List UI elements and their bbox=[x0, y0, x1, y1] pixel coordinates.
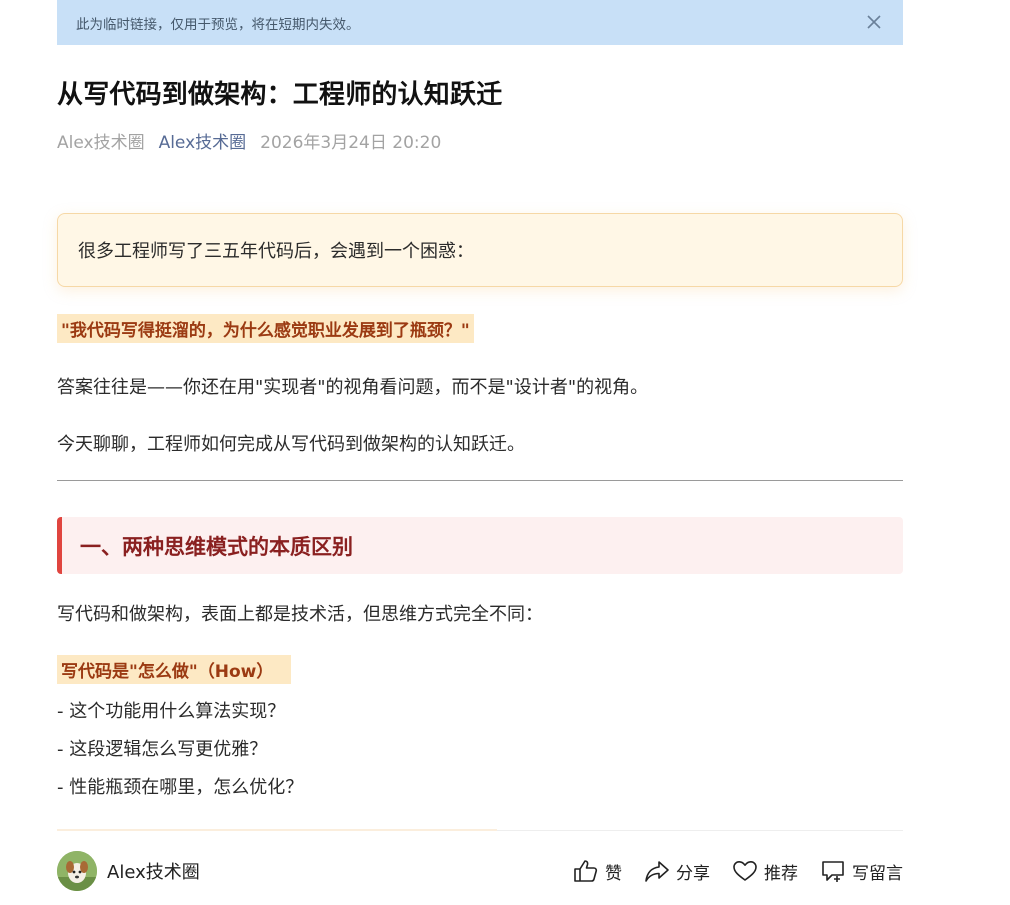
action-group: 赞 分享 推荐 写留言 bbox=[573, 859, 903, 884]
paragraph: 答案往往是——你还在用"实现者"的视角看问题，而不是"设计者"的视角。 bbox=[57, 377, 649, 398]
share-label: 分享 bbox=[676, 863, 710, 884]
footer-divider bbox=[497, 830, 903, 831]
heart-icon bbox=[733, 861, 757, 881]
publish-date: 2026年3月24日 20:20 bbox=[260, 133, 442, 153]
dog-avatar-icon bbox=[57, 851, 97, 891]
thumbs-up-icon bbox=[574, 860, 598, 882]
recommend-button[interactable]: 推荐 bbox=[732, 859, 798, 884]
share-icon bbox=[645, 861, 669, 882]
recommend-label: 推荐 bbox=[764, 863, 798, 884]
bottom-toolbar: Alex技术圈 赞 分享 推荐 写留言 bbox=[57, 850, 903, 892]
close-icon[interactable] bbox=[865, 13, 883, 31]
article-meta: Alex技术圈 Alex技术圈 2026年3月24日 20:20 bbox=[57, 128, 441, 153]
subheading-text: 写代码是"怎么做"（How） bbox=[61, 662, 274, 682]
section-heading: 一、两种思维模式的本质区别 bbox=[57, 517, 903, 574]
like-button[interactable]: 赞 bbox=[573, 859, 622, 884]
quote-highlight: "我代码写得挺溜的，为什么感觉职业发展到了瓶颈？" bbox=[57, 314, 474, 343]
subheading-highlight: 写代码是"怎么做"（How） bbox=[57, 655, 292, 684]
comment-button[interactable]: 写留言 bbox=[820, 859, 903, 884]
footer-account-name: Alex技术圈 bbox=[107, 862, 200, 883]
divider bbox=[57, 480, 903, 481]
preview-banner: 此为临时链接，仅用于预览，将在短期内失效。 bbox=[57, 0, 903, 45]
paragraph: 今天聊聊，工程师如何完成从写代码到做架构的认知跃迁。 bbox=[57, 434, 525, 455]
intro-callout: 很多工程师写了三五年代码后，会遇到一个困惑： bbox=[57, 213, 903, 287]
like-label: 赞 bbox=[605, 863, 622, 884]
account-info[interactable]: Alex技术圈 bbox=[57, 851, 200, 891]
account-link[interactable]: Alex技术圈 bbox=[159, 128, 247, 153]
list-item: - 这个功能用什么算法实现？ bbox=[57, 701, 286, 722]
comment-label: 写留言 bbox=[852, 863, 903, 884]
article-title: 从写代码到做架构：工程师的认知跃迁 bbox=[57, 80, 503, 110]
section-heading-text: 一、两种思维模式的本质区别 bbox=[80, 534, 353, 559]
comment-icon bbox=[822, 861, 844, 882]
banner-text: 此为临时链接，仅用于预览，将在短期内失效。 bbox=[76, 16, 360, 33]
intro-text: 很多工程师写了三五年代码后，会遇到一个困惑： bbox=[78, 241, 474, 262]
fade-divider bbox=[57, 829, 497, 831]
list-item: - 这段逻辑怎么写更优雅？ bbox=[57, 739, 268, 760]
author-name: Alex技术圈 bbox=[57, 133, 145, 153]
paragraph: 写代码和做架构，表面上都是技术活，但思维方式完全不同： bbox=[57, 604, 543, 625]
list-item: - 性能瓶颈在哪里，怎么优化？ bbox=[57, 777, 304, 798]
avatar[interactable] bbox=[57, 851, 97, 891]
share-button[interactable]: 分享 bbox=[644, 859, 710, 884]
